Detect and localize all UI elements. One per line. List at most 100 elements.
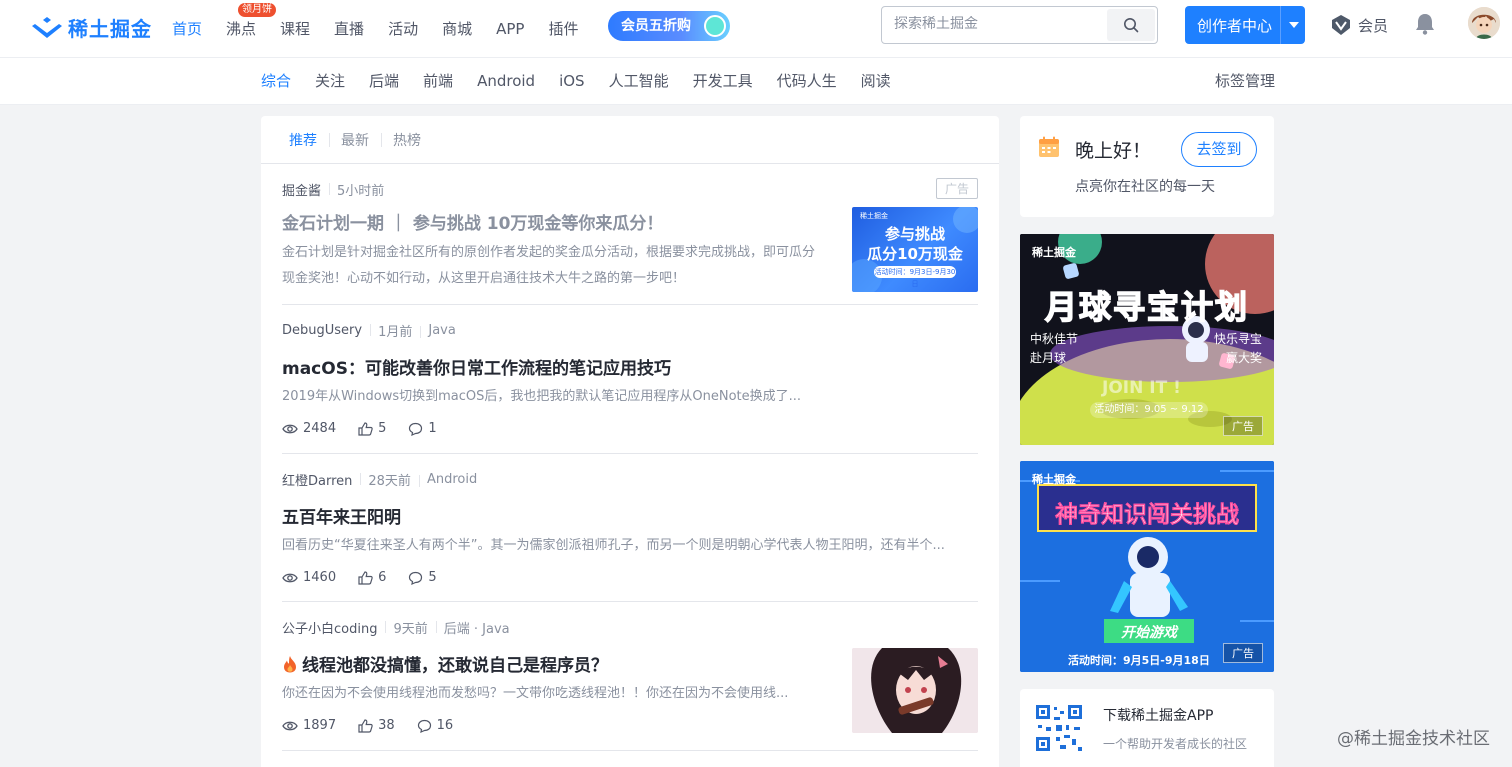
item-author[interactable]: 掘金酱 [282, 180, 329, 199]
item-author[interactable]: 红橙Darren [282, 470, 360, 489]
item-meta: 红橙Darren 28天前 Android [282, 470, 485, 489]
category-tab-devtools[interactable]: 开发工具 [681, 58, 765, 104]
item-author[interactable]: DebugUsery [282, 323, 370, 338]
item-desc: 2019年从Windows切换到macOS后，我也把我的默认笔记应用程序从One… [282, 389, 802, 404]
nav-pins[interactable]: 沸点 领月饼 [214, 0, 277, 58]
category-tab-frontend[interactable]: 前端 [411, 58, 465, 104]
banner-brand: 稀土掘金 [1032, 246, 1076, 259]
caret-down-icon[interactable] [1289, 22, 1299, 28]
tag-manage-link[interactable]: 标签管理 [1215, 58, 1275, 104]
ad-badge: 广告 [935, 178, 978, 199]
moon-treasure-banner[interactable]: 稀土掘金 月球寻宝计划 中秋佳节 赴月球 快乐寻宝 赢大奖 JOIN IT ! … [1020, 234, 1274, 445]
ad-badge: 广告 [1223, 643, 1263, 663]
banner-title: 月球寻宝计划 [1044, 287, 1249, 327]
download-app-subtitle: 一个帮助开发者成长的社区 [1103, 737, 1248, 751]
eye-icon [282, 424, 298, 433]
comment-count[interactable]: 1 [408, 421, 437, 436]
category-tab-backend[interactable]: 后端 [357, 58, 411, 104]
signin-button[interactable]: 去签到 [1181, 132, 1257, 167]
category-tab-ai[interactable]: 人工智能 [597, 58, 681, 104]
comment-icon [409, 571, 423, 585]
item-tags[interactable]: Java [420, 323, 463, 338]
download-app-title: 下载稀土掘金APP [1103, 708, 1214, 724]
greeting-title: 晚上好！ [1075, 140, 1152, 162]
comment-count-value: 5 [428, 570, 437, 585]
start-game-button[interactable]: 开始游戏 [1104, 622, 1194, 642]
notification-bell-icon[interactable] [1414, 12, 1436, 40]
item-desc: 你还在因为不会使用线程池而发愁吗？一文带你吃透线程池！！你还在因为不会使用线..… [282, 686, 789, 701]
nav-home[interactable]: 首页 [160, 0, 214, 58]
search-input[interactable] [894, 16, 1094, 32]
comment-count-value: 1 [428, 421, 437, 436]
feed-tab-recommended[interactable]: 推荐 [277, 130, 329, 150]
item-thumbnail[interactable] [852, 648, 978, 733]
feed-tab-hot[interactable]: 热榜 [381, 130, 433, 150]
item-stats: 1897 38 16 [282, 718, 469, 733]
item-title-row[interactable]: 线程池都没搞懂，还敢说自己是程序员？ [282, 651, 608, 676]
thumb-line3: 活动时间：9月3日-9月30日 [874, 266, 956, 288]
search-button[interactable] [1107, 9, 1155, 41]
comment-count-value: 16 [436, 718, 454, 733]
item-thumbnail[interactable]: 稀土掘金 参与挑战 瓜分10万现金 活动时间：9月3日-9月30日 [852, 207, 978, 292]
download-app-card[interactable]: 下载稀土掘金APP 一个帮助开发者成长的社区 [1020, 689, 1274, 767]
nav-events[interactable]: 活动 [376, 0, 430, 58]
vip-promo-label: 会员五折购 [621, 18, 691, 34]
juejin-logo[interactable]: 稀土掘金 [32, 12, 152, 42]
category-tab-android[interactable]: Android [465, 58, 547, 104]
category-tabs: 综合 关注 后端 前端 Android iOS 人工智能 开发工具 代码人生 阅… [249, 58, 903, 104]
nav-shop[interactable]: 商城 [430, 0, 484, 58]
item-title[interactable]: 金石计划一期 ｜ 参与挑战 10万现金等你来瓜分！ [282, 209, 663, 234]
feed-item[interactable]: DebugUsery 1月前 Java macOS：可能改善你日常工作流程的笔记… [282, 321, 978, 454]
feed-item-ad[interactable]: 掘金酱 5小时前 广告 金石计划一期 ｜ 参与挑战 10万现金等你来瓜分！ 金石… [282, 178, 978, 305]
search-box [881, 6, 1158, 44]
comment-count[interactable]: 5 [408, 570, 437, 585]
knowledge-challenge-banner[interactable]: 稀土掘金 神奇知识闯关挑战 开始游戏 活动时间：9月5日-9月18日 广告 [1020, 461, 1274, 672]
feed-item[interactable]: 红橙Darren 28天前 Android 五百年来王阳明 回看历史“华夏往来圣… [282, 470, 978, 602]
member-shield-icon [1332, 15, 1350, 35]
like-count[interactable]: 6 [358, 570, 386, 585]
watermark: @稀土掘金技术社区 [1337, 729, 1490, 749]
category-tab-all[interactable]: 综合 [249, 58, 303, 104]
member-link[interactable]: 会员 [1330, 14, 1388, 36]
like-count-value: 38 [378, 718, 395, 733]
logo-icon [32, 17, 62, 38]
nav-courses[interactable]: 课程 [268, 0, 322, 58]
item-tags[interactable]: Android [418, 472, 485, 487]
main-nav: 首页 沸点 领月饼 课程 直播 活动 商城 APP 插件 [160, 0, 590, 58]
user-avatar[interactable] [1468, 7, 1500, 39]
like-count-value: 5 [378, 421, 387, 436]
item-meta: 掘金酱 5小时前 [282, 180, 392, 199]
thumbs-up-icon [358, 421, 373, 436]
comment-count[interactable]: 16 [417, 718, 454, 733]
item-title: 线程池都没搞懂，还敢说自己是程序员？ [302, 656, 608, 676]
nav-plugin[interactable]: 插件 [536, 0, 590, 58]
logo-text: 稀土掘金 [68, 16, 152, 41]
feed-item[interactable]: 公子小白coding 9天前 后端 · Java 线程池都没搞懂，还敢说自己是程… [282, 618, 978, 751]
banner-brand: 稀土掘金 [1032, 473, 1076, 486]
qr-code-icon [1034, 703, 1084, 753]
creator-divider [1280, 6, 1281, 44]
comment-icon [417, 719, 431, 733]
nav-app[interactable]: APP [484, 0, 536, 58]
vip-promo-button[interactable]: 会员五折购 [608, 11, 730, 41]
category-tab-reading[interactable]: 阅读 [849, 58, 903, 104]
item-author[interactable]: 公子小白coding [282, 618, 385, 637]
item-title[interactable]: 五百年来王阳明 [282, 503, 401, 528]
banner-right-line1: 快乐寻宝 [1214, 332, 1263, 346]
item-tags[interactable]: 后端 · Java [435, 618, 518, 637]
view-count: 1897 [282, 718, 336, 733]
like-count[interactable]: 5 [358, 421, 386, 436]
category-tab-code-life[interactable]: 代码人生 [765, 58, 849, 104]
nav-live[interactable]: 直播 [322, 0, 376, 58]
creator-center-button[interactable]: 创作者中心 [1185, 6, 1305, 44]
top-header: 稀土掘金 首页 沸点 领月饼 课程 直播 活动 商城 APP 插件 会员五折购 … [0, 0, 1512, 58]
feed-tab-latest[interactable]: 最新 [329, 130, 381, 150]
creator-center-label: 创作者中心 [1197, 17, 1273, 35]
category-tab-ios[interactable]: iOS [547, 58, 597, 104]
banner-time: 活动时间：9.05 ~ 9.12 [1090, 402, 1208, 418]
banner-join: JOIN IT ! [1102, 378, 1181, 398]
category-tab-following[interactable]: 关注 [303, 58, 357, 104]
item-title[interactable]: macOS：可能改善你日常工作流程的笔记应用技巧 [282, 354, 671, 379]
member-label: 会员 [1358, 16, 1389, 35]
like-count[interactable]: 38 [358, 718, 395, 733]
